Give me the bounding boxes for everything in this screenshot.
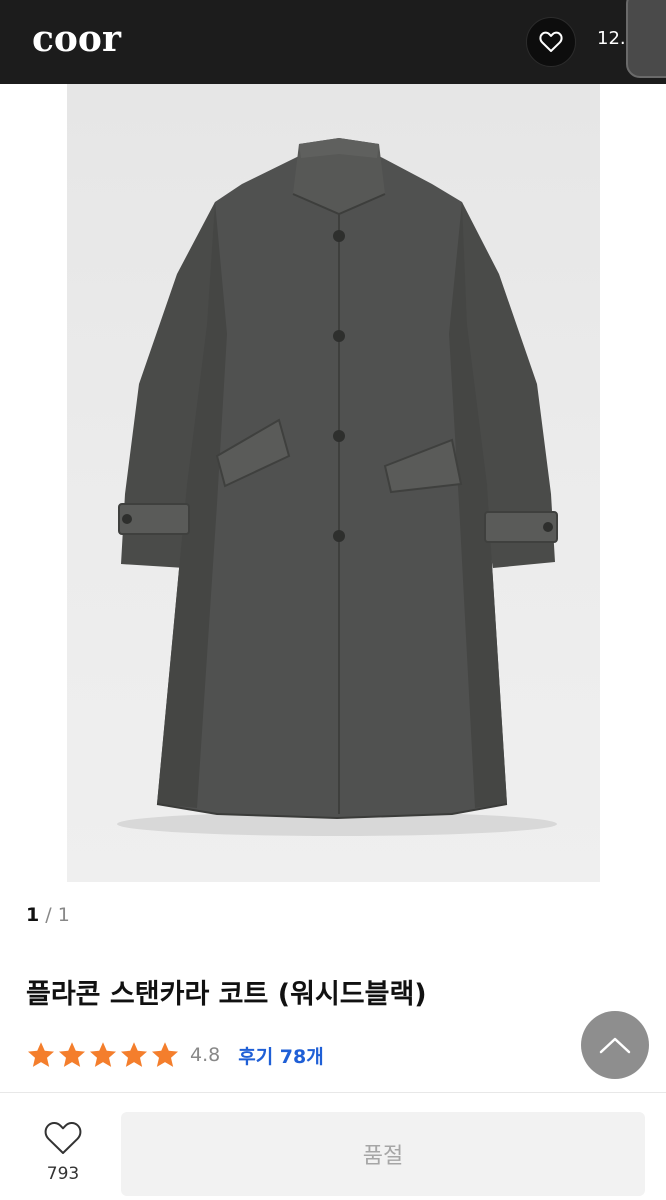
top-header: coor 12.7 (0, 0, 666, 84)
bottom-bar-divider (0, 1092, 666, 1093)
review-count-link[interactable]: 후기 78개 (238, 1042, 324, 1069)
image-pager: 1 / 1 (26, 904, 70, 926)
star-icon (152, 1042, 178, 1067)
edge-handle[interactable] (626, 0, 666, 78)
heart-outline-icon (44, 1121, 82, 1154)
pager-total: 1 (57, 904, 70, 926)
rating-row: 4.8 후기 78개 (26, 1040, 324, 1070)
star-icon (90, 1042, 116, 1067)
rating-value: 4.8 (190, 1044, 221, 1066)
like-count: 793 (46, 1164, 80, 1184)
like-button[interactable]: 793 (30, 1120, 96, 1184)
wishlist-button[interactable] (526, 17, 576, 67)
star-icon (59, 1042, 85, 1067)
product-image[interactable] (67, 84, 600, 882)
product-title: 플라콘 스탠카라 코트 (워시드블랙) (26, 979, 427, 1010)
coat-illustration (117, 138, 558, 836)
star-icon (121, 1042, 147, 1067)
chevron-up-icon (599, 1037, 631, 1054)
scroll-top-button[interactable] (581, 1011, 649, 1079)
soldout-button[interactable]: 품절 (121, 1112, 645, 1196)
brand-logo[interactable]: coor (32, 18, 121, 60)
pager-current: 1 (26, 904, 40, 926)
heart-outline-icon (539, 31, 563, 52)
rating-stars (26, 1040, 180, 1070)
star-icon (28, 1042, 54, 1067)
pager-separator: / (45, 904, 52, 926)
